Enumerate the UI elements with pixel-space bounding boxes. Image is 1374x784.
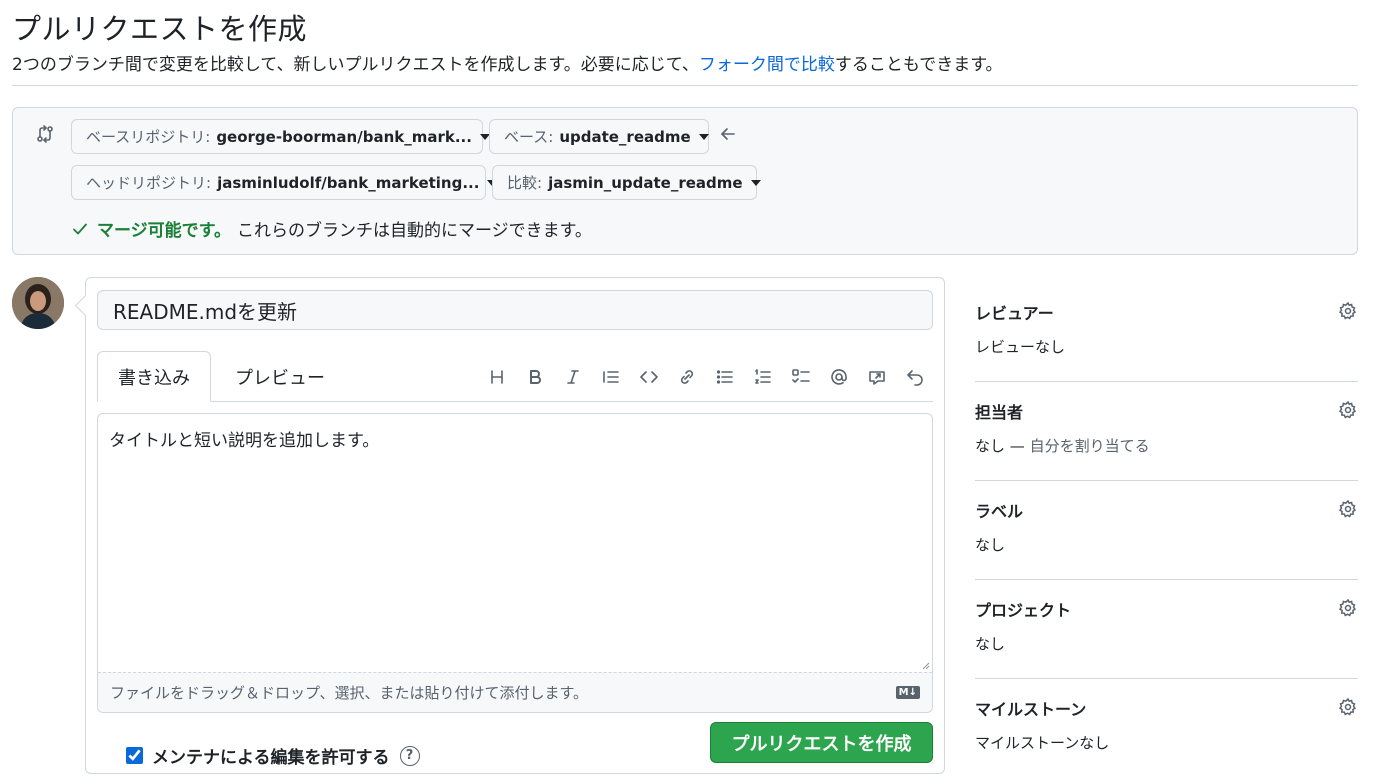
create-pull-request-button[interactable]: プルリクエストを作成 [710,722,933,763]
sidebar-reviewers: レビュアー レビューなし [975,283,1358,382]
gear-icon[interactable] [1338,697,1358,717]
assign-yourself-link[interactable]: 自分を割り当てる [1030,437,1150,455]
projects-title: プロジェクト [975,601,1072,620]
milestone-value: マイルストーンなし [975,734,1110,752]
milestone-title: マイルストーン [975,700,1087,719]
resize-handle-icon[interactable] [920,660,930,670]
allow-maintainer-edits-label: メンテナによる編集を許可する [152,748,390,768]
compare-box: ベースリポジトリ: george-boorman/bank_mark... ベー… [12,107,1358,255]
allow-maintainer-edits[interactable]: メンテナによる編集を許可する ? [126,743,420,768]
merge-status: マージ可能です。 これらのブランチは自動的にマージできます。 [71,216,592,241]
gear-icon[interactable] [1338,499,1358,519]
allow-maintainer-edits-checkbox[interactable] [126,747,143,764]
merge-message: これらのブランチは自動的にマージできます。 [236,221,592,241]
ordered-list-icon[interactable] [751,365,775,389]
assignees-title: 担当者 [975,403,1024,422]
tab-divider [97,401,933,402]
tab-preview[interactable]: プレビュー [211,351,349,402]
compare-across-forks-link[interactable]: フォーク間で比較 [699,55,835,75]
sidebar-projects: プロジェクト なし [975,580,1358,679]
merge-ok-text: マージ可能です。 [97,221,231,241]
mention-icon[interactable] [827,365,851,389]
pr-body-text: タイトルと短い説明を追加します。 [109,431,380,451]
sidebar-milestone: マイルストーン マイルストーンなし [975,679,1358,778]
subtitle-text: 2つのブランチ間で変更を比較して、新しいプルリクエストを作成します。必要に応じて… [12,55,699,75]
sidebar: レビュアー レビューなし 担当者 なし — 自分を割り当てる ラベル なし プロ… [975,283,1358,778]
head-repo-label: ヘッドリポジトリ: [86,174,212,192]
pr-body-textarea[interactable]: タイトルと短い説明を追加します。 ファイルをドラッグ＆ドロップ、選択、または貼り… [97,413,933,713]
page-title: プルリクエストを作成 [12,12,308,46]
check-icon [73,223,87,234]
page-subtitle: 2つのブランチ間で変更を比較して、新しいプルリクエストを作成します。必要に応じて… [12,50,1003,75]
gear-icon[interactable] [1338,400,1358,420]
attach-hint: ファイルをドラッグ＆ドロップ、選択、または貼り付けて添付します。 [110,684,589,702]
sidebar-labels: ラベル なし [975,481,1358,580]
pull-request-form: 書き込み プレビュー タイトルと短い説明を追加します。 ファイルをドラッグ＆ドロ… [85,277,945,774]
unordered-list-icon[interactable] [713,365,737,389]
heading-icon[interactable] [485,365,509,389]
tab-write[interactable]: 書き込み [97,351,211,402]
head-repository-select[interactable]: ヘッドリポジトリ: jasminludolf/bank_marketing... [71,165,498,200]
projects-value: なし [975,635,1006,653]
sidebar-assignees: 担当者 なし — 自分を割り当てる [975,382,1358,481]
code-icon[interactable] [637,365,661,389]
avatar [12,277,64,329]
bold-icon[interactable] [523,365,547,389]
base-repo-label: ベースリポジトリ: [86,128,211,146]
markdown-icon[interactable]: M↓ [895,686,920,699]
gear-icon[interactable] [1338,598,1358,618]
labels-value: なし [975,536,1006,554]
compare-branch-select[interactable]: 比較: jasmin_update_readme [492,165,761,200]
assignees-none: なし — [975,437,1025,455]
base-repo-value: george-boorman/bank_mark... [216,127,472,146]
help-icon[interactable]: ? [399,745,420,766]
compare-branch-value: jasmin_update_readme [548,173,743,192]
caret-down-icon [750,179,761,186]
comment-editor: 書き込み プレビュー タイトルと短い説明を追加します。 ファイルをドラッグ＆ドロ… [97,351,933,713]
italic-icon[interactable] [561,365,585,389]
base-repository-select[interactable]: ベースリポジトリ: george-boorman/bank_mark... [71,119,490,154]
task-list-icon[interactable] [789,365,813,389]
labels-title: ラベル [975,502,1024,521]
compare-branch-label: 比較: [507,174,543,192]
git-compare-icon [37,125,53,143]
assignees-value: なし — 自分を割り当てる [975,435,1358,456]
base-branch-select[interactable]: ベース: update_readme [489,119,709,154]
head-repo-value: jasminludolf/bank_marketing... [217,173,480,192]
quote-icon[interactable] [599,365,623,389]
undo-icon[interactable] [903,365,927,389]
reference-icon[interactable] [865,365,889,389]
user-avatar-icon [12,277,64,329]
markdown-toolbar [485,365,927,389]
link-icon[interactable] [675,365,699,389]
subtitle-text-end: することもできます。 [834,55,1003,75]
reviewers-value: レビューなし [975,338,1066,356]
attach-files-bar[interactable]: ファイルをドラッグ＆ドロップ、選択、または貼り付けて添付します。 M↓ [98,672,932,712]
reviewers-title: レビュアー [975,304,1054,323]
base-branch-value: update_readme [559,127,691,146]
header-divider [12,85,1358,86]
arrow-left-icon [721,128,735,140]
caret-down-icon [698,133,709,140]
base-branch-label: ベース: [504,128,554,146]
pr-title-input[interactable] [97,290,933,330]
gear-icon[interactable] [1338,301,1358,321]
